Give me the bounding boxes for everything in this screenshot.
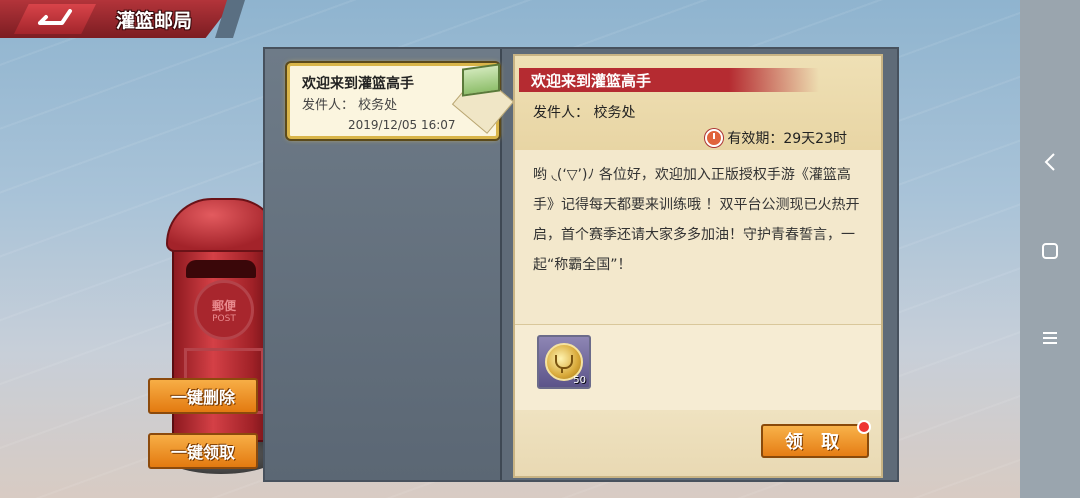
claim-all-button[interactable]: 一键领取 (148, 433, 258, 469)
attachment-area: 50 (515, 325, 881, 411)
envelope-icon (451, 60, 515, 134)
mail-detail-sender: 发件人： 校务处 (533, 105, 636, 121)
mail-panel: 欢迎来到灌篮高手 发件人： 校务处 2019/12/05 16:07 欢迎来到灌… (263, 47, 899, 482)
mail-item-sender: 发件人： 校务处 (302, 98, 398, 113)
trophy-icon (555, 355, 573, 373)
claim-button[interactable]: 领 取 (761, 420, 871, 458)
mail-detail-header: 欢迎来到灌篮高手 发件人： 校务处 有效期：29天23时 (515, 56, 881, 150)
menu-nav-icon[interactable] (1041, 330, 1059, 346)
back-nav-icon[interactable] (1043, 152, 1057, 172)
clock-icon (705, 129, 724, 147)
mailbox-emblem-text: 郵便 (211, 298, 236, 313)
mail-detail-title: 欢迎来到灌篮高手 (531, 72, 652, 90)
mailbox-slot (186, 260, 256, 278)
envelope-box (462, 63, 500, 97)
header-bar: 灌篮邮局 (0, 0, 245, 38)
page-title: 灌篮邮局 (116, 10, 193, 32)
system-nav-bar (1020, 0, 1080, 498)
validity-text: 有效期：29天23时 (727, 131, 847, 147)
delete-all-button[interactable]: 一键删除 (148, 378, 258, 414)
detail-footer: 领 取 (515, 410, 881, 476)
notification-dot (857, 420, 871, 434)
back-arrow-icon (38, 9, 72, 25)
mail-list-item[interactable]: 欢迎来到灌篮高手 发件人： 校务处 2019/12/05 16:07 (287, 63, 515, 139)
mail-list: 欢迎来到灌篮高手 发件人： 校务处 2019/12/05 16:07 (265, 49, 515, 480)
attachment-quantity: 50 (573, 375, 586, 386)
mail-item-title: 欢迎来到灌篮高手 (302, 76, 414, 92)
mail-detail: 欢迎来到灌篮高手 发件人： 校务处 有效期：29天23时 哟 ◟(‘▽’)ﾉ 各… (513, 54, 883, 478)
validity-info: 有效期：29天23时 (705, 128, 847, 148)
attachment-item[interactable]: 50 (537, 335, 591, 389)
home-nav-icon[interactable] (1041, 242, 1059, 260)
mailbox-emblem-sub: POST (212, 313, 236, 324)
mail-body: 哟 ◟(‘▽’)ﾉ 各位好，欢迎加入正版授权手游《灌篮高手》记得每天都要来训练哦… (533, 167, 860, 273)
claim-button-label: 领 取 (784, 432, 846, 453)
mail-item-date: 2019/12/05 16:07 (348, 118, 456, 132)
mailbox-emblem: 郵便 POST (194, 280, 254, 340)
